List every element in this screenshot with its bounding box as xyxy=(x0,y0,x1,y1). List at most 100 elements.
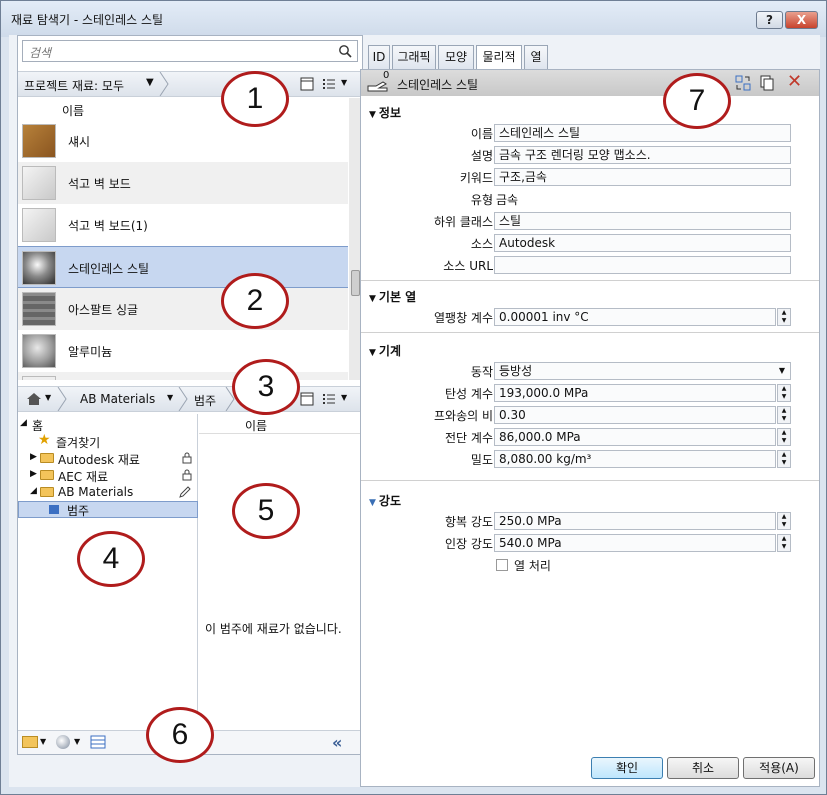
search-input[interactable]: 검색 xyxy=(22,40,358,62)
tab-appearance[interactable]: 모양 xyxy=(438,45,474,69)
section-info-title[interactable]: ▼ 정보 xyxy=(369,104,401,121)
density-stepper[interactable]: ▲ ▼ xyxy=(777,450,791,468)
callout-5: 5 xyxy=(232,483,300,539)
collapsed-icon[interactable]: ▶ xyxy=(30,469,37,479)
chevron-down-icon[interactable]: ▼ xyxy=(146,77,154,88)
keywords-field[interactable]: 구조,금속 xyxy=(494,168,791,186)
tab-id[interactable]: ID xyxy=(368,45,390,69)
expanded-icon: ▼ xyxy=(369,110,376,120)
asset-usage-count: 0 xyxy=(383,70,390,81)
section-mechanical-title[interactable]: ▼ 기계 xyxy=(369,342,401,359)
section-title-label: 기본 열 xyxy=(378,290,417,304)
name-field[interactable]: 스테인레스 스틸 xyxy=(494,124,791,142)
shear-modulus-field[interactable]: 86,000.0 MPa xyxy=(494,428,776,446)
list-view-icon[interactable] xyxy=(322,77,336,91)
scrollbar-thumb[interactable] xyxy=(351,270,360,296)
chevron-down-icon[interactable]: ▼ xyxy=(167,393,173,402)
view-options-chevron-icon[interactable]: ▼ xyxy=(341,393,347,402)
density-field[interactable]: 8,080.00 kg/m³ xyxy=(494,450,776,468)
search-icon[interactable] xyxy=(338,44,352,58)
yield-strength-field[interactable]: 250.0 MPa xyxy=(494,512,776,530)
breadcrumb-category[interactable]: 범주 xyxy=(194,392,216,409)
expanded-icon: ▼ xyxy=(369,294,376,304)
youngs-modulus-label: 탄성 계수 xyxy=(445,387,493,401)
manage-library-icon[interactable] xyxy=(22,736,38,748)
material-browser-window: 재료 탐색기 - 스테인레스 스틸 ? X 검색 프로젝트 재료: 모두 ▼ ▼… xyxy=(0,0,827,795)
chevron-down-icon[interactable]: ▼ xyxy=(40,737,46,746)
behavior-dropdown[interactable]: 등방성 ▼ xyxy=(494,362,791,380)
list-column-header: 이름 xyxy=(62,104,85,118)
duplicate-asset-icon[interactable] xyxy=(759,75,775,91)
tree-item-favorites[interactable]: ★ 즐겨찾기 xyxy=(18,432,198,450)
tab-physical[interactable]: 물리적 xyxy=(476,45,522,70)
apply-button[interactable]: 적용(A) xyxy=(743,757,815,779)
breadcrumb-separator-icon xyxy=(57,387,67,411)
filter-dropdown[interactable]: 프로젝트 재료: 모두 xyxy=(24,77,124,94)
tree-item-ab-materials[interactable]: ◢ AB Materials xyxy=(18,484,198,501)
ok-button[interactable]: 확인 xyxy=(591,757,663,779)
window-title: 재료 탐색기 - 스테인레스 스틸 xyxy=(11,13,164,27)
tree-item-category[interactable]: 범주 xyxy=(18,501,198,518)
home-icon[interactable] xyxy=(26,391,42,407)
replace-asset-icon[interactable] xyxy=(735,75,751,91)
youngs-modulus-stepper[interactable]: ▲ ▼ xyxy=(777,384,791,402)
list-item-selected[interactable]: 스테인레스 스틸 xyxy=(18,246,348,288)
collapsed-icon[interactable]: ▶ xyxy=(30,452,37,462)
subclass-label: 하위 클래스 xyxy=(433,215,493,229)
column-header-label: 이름 xyxy=(245,419,268,433)
section-thermal-title[interactable]: ▼ 기본 열 xyxy=(369,288,416,305)
collapse-left-icon[interactable]: « xyxy=(332,733,342,752)
expanded-icon[interactable]: ◢ xyxy=(20,418,27,428)
divider xyxy=(361,280,819,281)
shingle-thumbnail-icon xyxy=(22,292,56,326)
cancel-button[interactable]: 취소 xyxy=(667,757,739,779)
poisson-ratio-stepper[interactable]: ▲ ▼ xyxy=(777,406,791,424)
list-item-label: 섀시 xyxy=(68,135,91,149)
list-item-label: 알루미늄 xyxy=(68,345,113,359)
list-view-icon[interactable] xyxy=(322,392,336,406)
pencil-icon[interactable] xyxy=(178,485,192,499)
source-url-field[interactable] xyxy=(494,256,791,274)
tree-item-label: AEC 재료 xyxy=(58,470,109,484)
heat-treated-checkbox[interactable] xyxy=(496,559,508,571)
help-button[interactable]: ? xyxy=(756,11,783,29)
tensile-strength-field[interactable]: 540.0 MPa xyxy=(494,534,776,552)
project-materials-list: 이름 섀시 석고 벽 보드 석고 벽 보드(1) 스테인레스 스틸 아스팔트 싱… xyxy=(18,98,348,380)
tree-item-home[interactable]: ◢ 홈 xyxy=(18,416,198,433)
view-options-chevron-icon[interactable]: ▼ xyxy=(341,78,347,87)
heat-treated-label: 열 처리 xyxy=(514,559,551,573)
list-item-label: 스테인레스 스틸 xyxy=(68,262,150,276)
list-item[interactable]: 석고 벽 보드 xyxy=(18,162,348,204)
toggle-panel-icon[interactable] xyxy=(90,735,106,749)
tab-thermal[interactable]: 열 xyxy=(524,45,548,69)
list-item[interactable]: 석고 벽 보드(1) xyxy=(18,204,348,246)
poisson-ratio-field[interactable]: 0.30 xyxy=(494,406,776,424)
list-item[interactable]: 아스팔트 싱글 xyxy=(18,288,348,330)
tree-item-label: 범주 xyxy=(67,504,90,518)
yield-strength-stepper[interactable]: ▲ ▼ xyxy=(777,512,791,530)
close-button[interactable]: X xyxy=(785,11,818,29)
section-strength-title[interactable]: ▼ 강도 xyxy=(369,492,401,509)
tree-item-autodesk-materials[interactable]: ▶ Autodesk 재료 xyxy=(18,450,198,467)
create-material-icon[interactable] xyxy=(56,735,70,749)
breadcrumb-ab-materials[interactable]: AB Materials xyxy=(80,392,155,406)
shear-modulus-stepper[interactable]: ▲ ▼ xyxy=(777,428,791,446)
description-field[interactable]: 금속 구조 렌더링 모양 맵소스. xyxy=(494,146,791,164)
chevron-down-icon[interactable]: ▼ xyxy=(74,737,80,746)
expanded-icon[interactable]: ◢ xyxy=(30,486,37,496)
tensile-strength-stepper[interactable]: ▲ ▼ xyxy=(777,534,791,552)
remove-asset-icon[interactable]: ✕ xyxy=(787,71,802,92)
list-item[interactable]: 알루미늄 xyxy=(18,330,348,372)
panel-toggle-icon[interactable] xyxy=(300,77,314,91)
subclass-field[interactable]: 스틸 xyxy=(494,212,791,230)
tab-graphics[interactable]: 그래픽 xyxy=(392,45,436,69)
thermal-expansion-stepper[interactable]: ▲ ▼ xyxy=(777,308,791,326)
home-chevron-icon[interactable]: ▼ xyxy=(45,393,51,402)
youngs-modulus-field[interactable]: 193,000.0 MPa xyxy=(494,384,776,402)
tree-item-aec-materials[interactable]: ▶ AEC 재료 xyxy=(18,467,198,484)
list-item[interactable]: 섀시 xyxy=(18,120,348,162)
keywords-label: 키워드 xyxy=(459,171,493,185)
panel-toggle-icon[interactable] xyxy=(300,392,314,406)
thermal-expansion-field[interactable]: 0.00001 inv °C xyxy=(494,308,776,326)
source-field[interactable]: Autodesk xyxy=(494,234,791,252)
